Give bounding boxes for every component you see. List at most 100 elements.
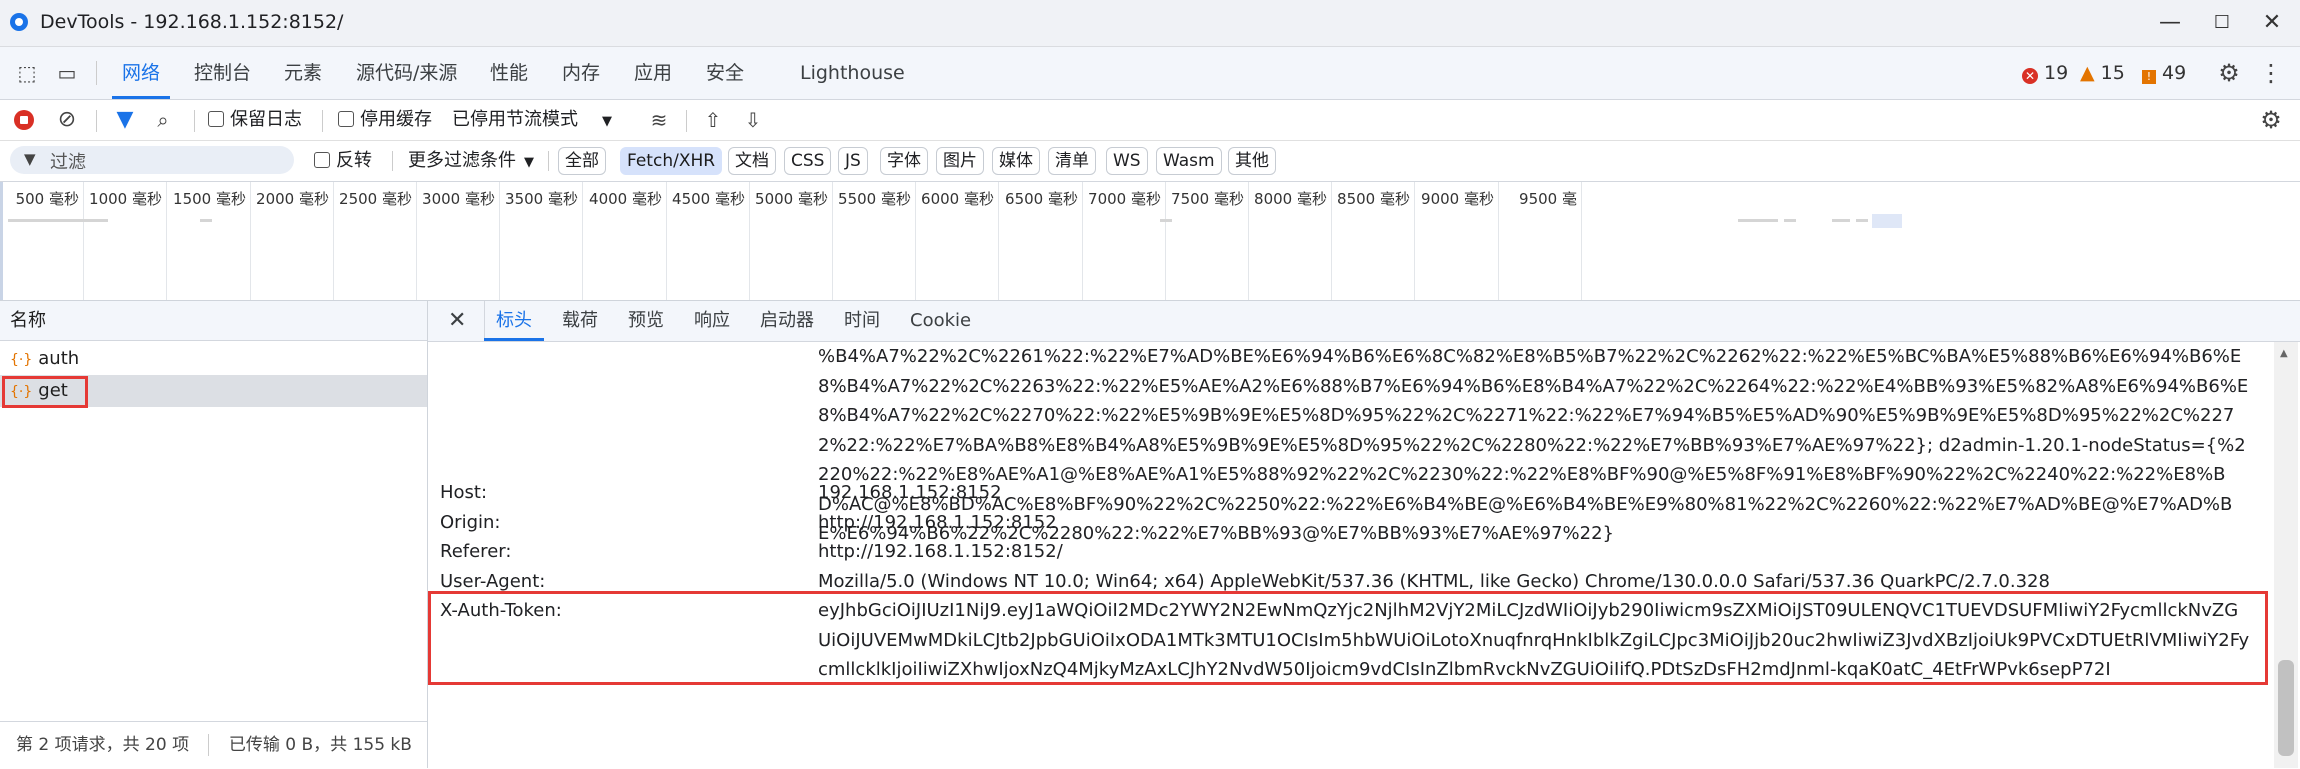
invert-checkbox[interactable]: 反转 [314,141,372,181]
filter-chip-css[interactable]: CSS [784,147,832,175]
tab-timing[interactable]: 时间 [844,301,880,341]
stop-recording-icon[interactable] [14,110,34,130]
filter-chip-wasm[interactable]: Wasm [1156,147,1222,175]
minimize-button[interactable]: — [2150,8,2190,38]
tab-console[interactable]: 控制台 [194,47,251,99]
timeline-left-handle[interactable] [0,182,3,300]
more-filters-dropdown[interactable]: 更多过滤条件 ▼ [408,141,534,181]
header-name-referer: Referer: [440,541,512,562]
header-value-origin: http://192.168.1.152:8152 [818,512,1057,533]
tab-response[interactable]: 响应 [694,301,730,341]
filter-chip-font[interactable]: 字体 [880,147,928,175]
error-icon: ✕ [2022,68,2038,84]
timeline-selection-window [1872,214,1902,228]
divider [484,301,485,341]
divider [96,61,97,85]
tab-payload[interactable]: 载荷 [562,301,598,341]
tab-sources[interactable]: 源代码/来源 [356,47,457,99]
filter-chip-img[interactable]: 图片 [936,147,984,175]
tab-initiator[interactable]: 启动器 [760,301,814,341]
checkbox-box[interactable] [208,111,224,127]
divider [686,110,687,132]
tab-elements[interactable]: 元素 [284,47,322,99]
scrollbar-thumb[interactable] [2278,660,2294,756]
timeline-overview[interactable]: 500 毫秒 1000 毫秒 1500 毫秒 2000 毫秒 2500 毫秒 3000 毫… [0,182,2300,301]
timeline-request-bar [1160,219,1172,222]
tab-application[interactable]: 应用 [634,47,672,99]
device-toolbar-icon[interactable]: ▭ [54,61,80,85]
header-name-host: Host: [440,482,488,503]
preserve-log-checkbox[interactable]: 保留日志 [208,100,302,140]
filter-chip-media[interactable]: 媒体 [992,147,1040,175]
devtools-logo-icon [10,13,28,31]
scroll-up-arrow-icon[interactable]: ▲ [2280,348,2288,359]
close-detail-icon[interactable]: ✕ [448,301,466,341]
clear-icon[interactable]: ⊘ [54,108,80,132]
header-value-host: 192.168.1.152:8152 [818,482,1002,503]
network-settings-gear-icon[interactable]: ⚙ [2258,108,2284,132]
settings-gear-icon[interactable]: ⚙ [2216,61,2242,85]
disable-cache-checkbox[interactable]: 停用缓存 [338,100,432,140]
import-har-icon[interactable]: ⇧ [700,108,726,132]
request-detail-pane: ✕ 标头 载荷 预览 响应 启动器 时间 Cookie %B4%A7%22%2C… [428,301,2300,768]
window-title: DevTools - 192.168.1.152:8152/ [40,11,344,33]
export-har-icon[interactable]: ⇩ [740,108,766,132]
vertical-scrollbar[interactable]: ▲ [2274,342,2298,768]
chevron-down-icon: ▼ [602,114,612,129]
issue-flag-icon: ! [2142,70,2156,84]
tab-cookies[interactable]: Cookie [910,301,971,341]
timeline-tick-label: 9500 毫 [1519,190,1577,208]
close-window-button[interactable]: ✕ [2252,8,2292,38]
divider [392,151,393,171]
inspect-element-icon[interactable]: ⬚ [14,61,40,85]
checkbox-box[interactable] [338,111,354,127]
timeline-gridline [1581,182,1582,300]
filter-bar: ▼ 过滤 反转 更多过滤条件 ▼ 全部 Fetch/XHR 文档 CSS JS 字… [0,141,2300,182]
tab-memory[interactable]: 内存 [562,47,600,99]
network-conditions-wifi-icon[interactable]: ≋ [646,108,672,132]
request-count-status: 第 2 项请求，共 20 项 [16,735,190,755]
highlight-box-get [2,376,88,408]
detail-tab-bar: ✕ 标头 载荷 预览 响应 启动器 时间 Cookie [428,301,2300,342]
filter-funnel-icon[interactable]: ▼ [112,108,138,132]
request-list-pane: 名称 {·} auth {·} get 第 2 项请求，共 20 项 已传输 0 B… [0,301,428,769]
filter-chip-all[interactable]: 全部 [558,147,606,175]
timeline-request-bar [200,219,212,222]
throttling-select[interactable]: 已停用节流模式 ▼ [452,100,612,140]
name-column-header[interactable]: 名称 [0,301,427,341]
tab-network[interactable]: 网络 [111,47,171,99]
filter-placeholder: 过滤 [50,152,86,173]
highlight-box-x-auth-token [428,591,2268,685]
tab-lighthouse[interactable]: Lighthouse [800,47,905,99]
tab-performance[interactable]: 性能 [490,47,528,99]
timeline-request-bar [1784,219,1796,222]
filter-chip-js[interactable]: JS [838,147,868,175]
timeline-request-bar [8,219,108,222]
warning-count-badge[interactable]: ▲ 15 [2080,47,2125,99]
timeline-request-bar [1832,219,1850,222]
tab-headers[interactable]: 标头 [484,301,544,341]
tab-security[interactable]: 安全 [706,47,744,99]
error-count-badge[interactable]: ✕ 19 [2022,47,2068,99]
issue-count-badge[interactable]: ! 49 [2142,47,2186,99]
tab-preview[interactable]: 预览 [628,301,664,341]
filter-input[interactable]: ▼ 过滤 [10,146,294,174]
checkbox-box[interactable] [314,152,330,168]
divider [322,110,323,132]
request-row-auth[interactable]: {·} auth [0,343,427,375]
search-icon[interactable]: ⌕ [150,108,176,132]
maximize-button[interactable]: ☐ [2202,8,2242,38]
more-options-icon[interactable]: ⋮ [2258,61,2284,85]
filter-chip-manifest[interactable]: 清单 [1048,147,1096,175]
header-value-referer: http://192.168.1.152:8152/ [818,541,1063,562]
filter-chip-doc[interactable]: 文档 [728,147,776,175]
filter-chip-fetch-xhr[interactable]: Fetch/XHR [620,147,723,175]
request-headers-list: %B4%A7%22%2C%2261%22:%22%E7%AD%BE%E6%94%… [428,342,2272,768]
filter-chip-other[interactable]: 其他 [1228,147,1276,175]
warning-icon: ▲ [2080,62,2095,84]
divider [96,110,97,132]
divider [194,110,195,132]
filter-chip-ws[interactable]: WS [1106,147,1148,175]
status-bar: 第 2 项请求，共 20 项 已传输 0 B，共 155 kB [0,721,427,769]
network-toolbar: ⊘ ▼ ⌕ 保留日志 停用缓存 已停用节流模式 ▼ ≋ ⇧ ⇩ ⚙ [0,100,2300,141]
